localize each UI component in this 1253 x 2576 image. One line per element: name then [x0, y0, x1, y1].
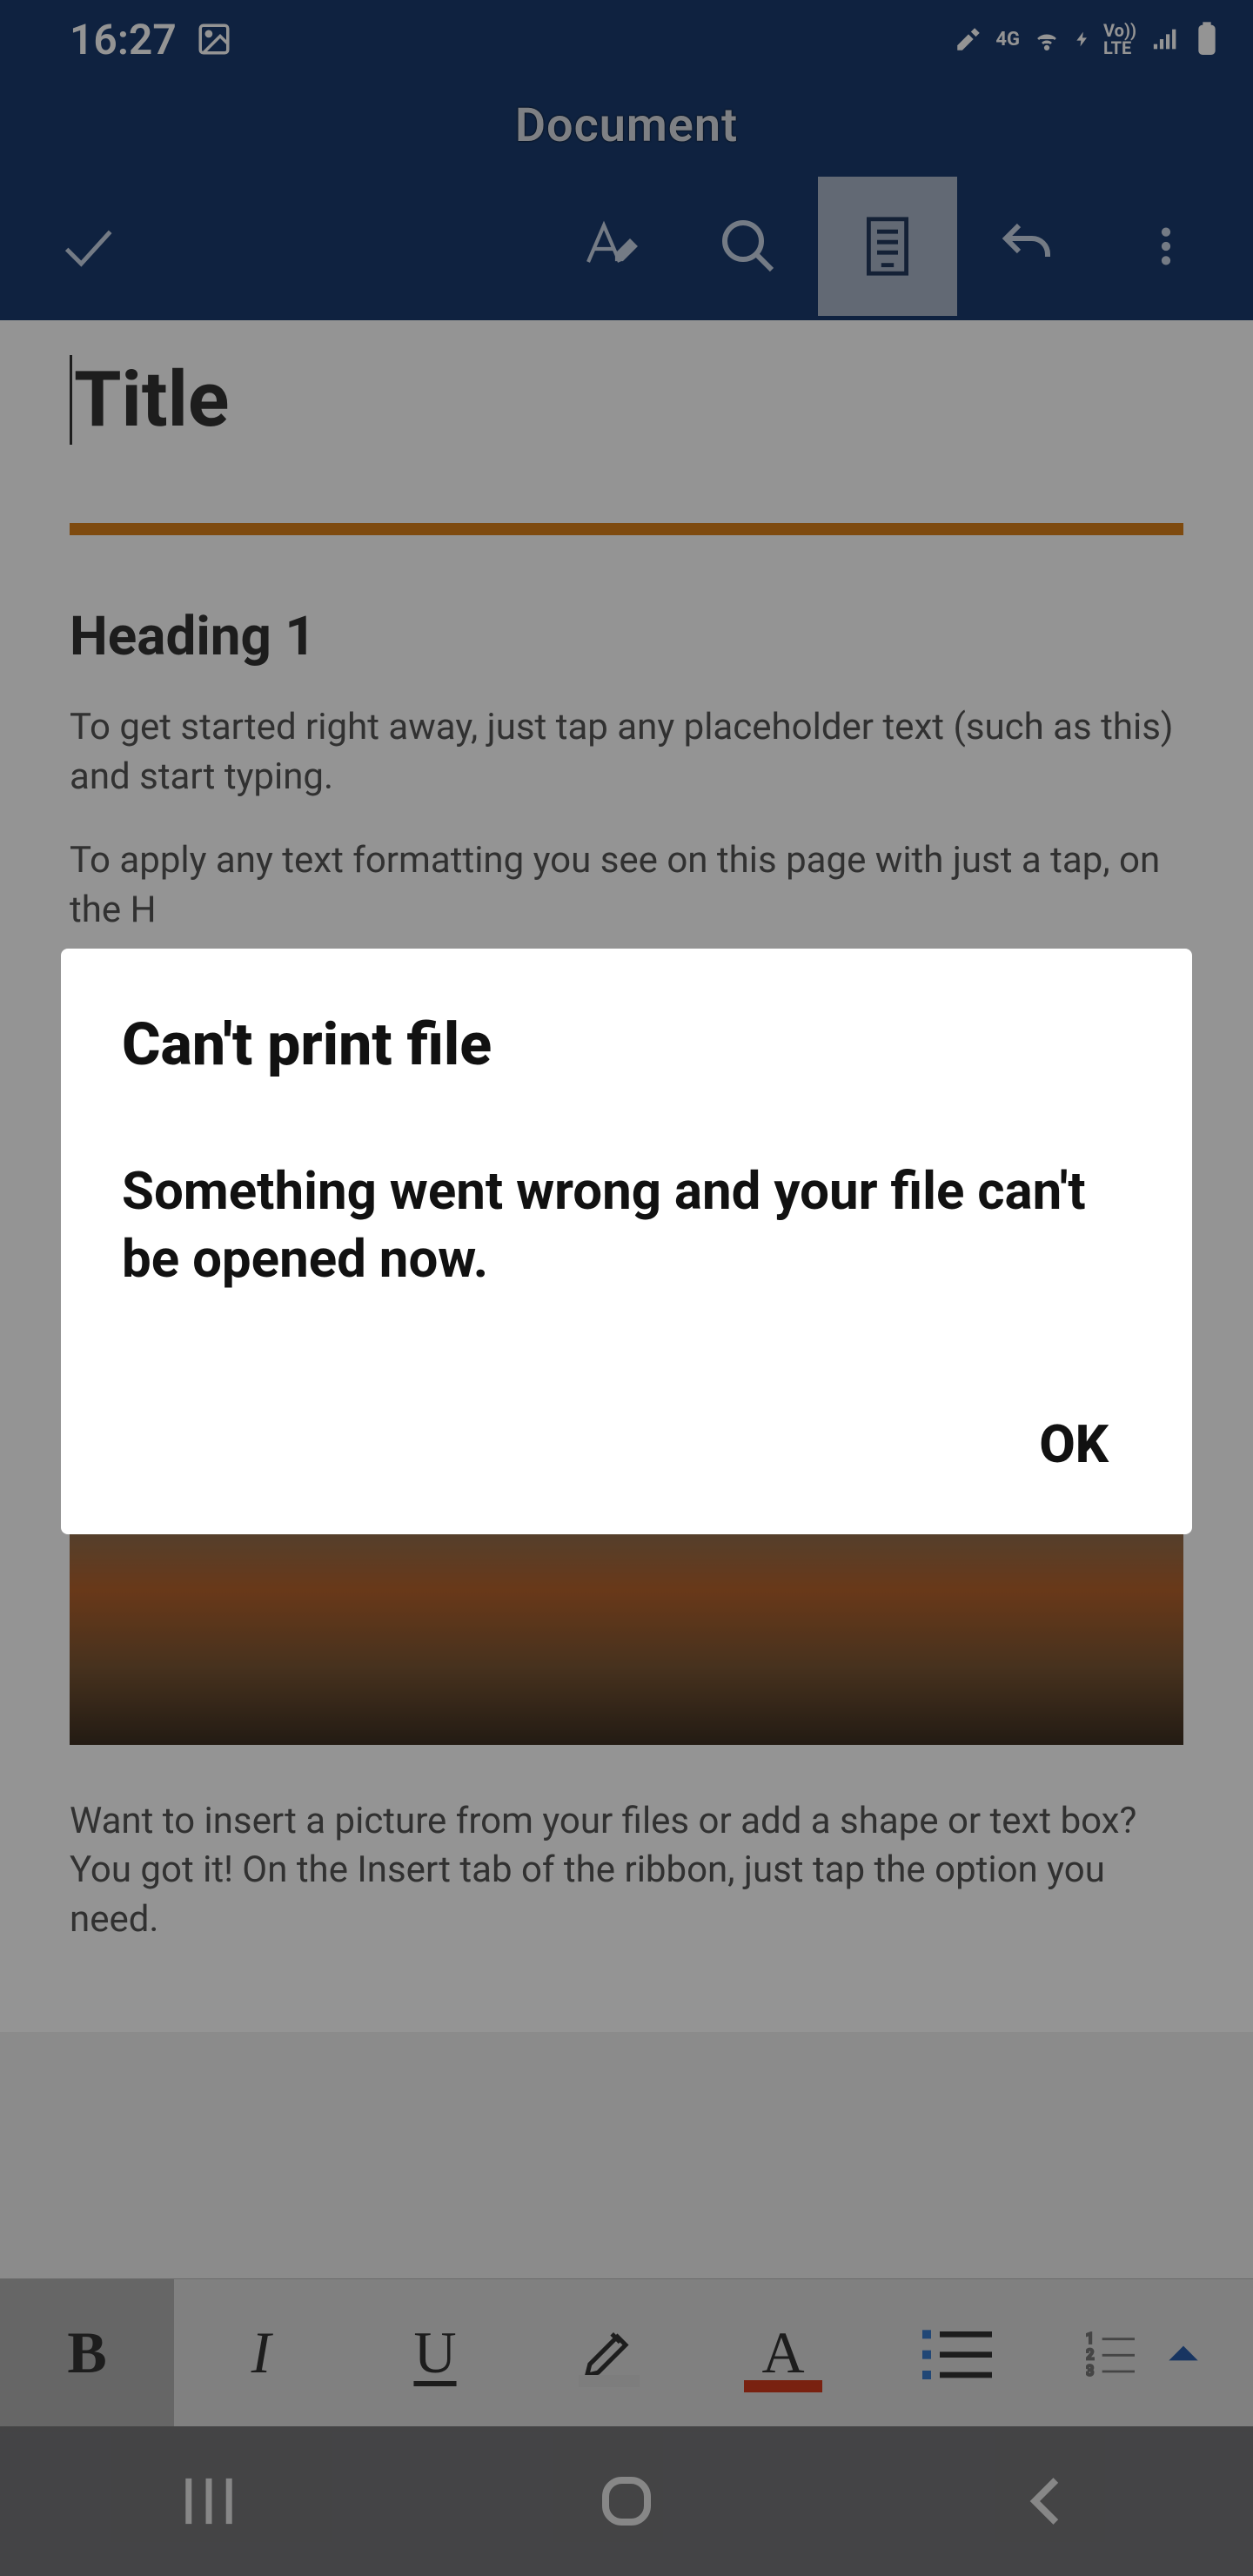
error-dialog: Can't print file Something went wrong an…: [61, 949, 1192, 1534]
dialog-actions: OK: [122, 1398, 1131, 1491]
modal-overlay[interactable]: Can't print file Something went wrong an…: [0, 0, 1253, 2576]
dialog-title: Can't print file: [122, 1010, 1131, 1079]
dialog-message: Something went wrong and your file can't…: [122, 1157, 1131, 1293]
ok-button[interactable]: OK: [1016, 1398, 1131, 1491]
